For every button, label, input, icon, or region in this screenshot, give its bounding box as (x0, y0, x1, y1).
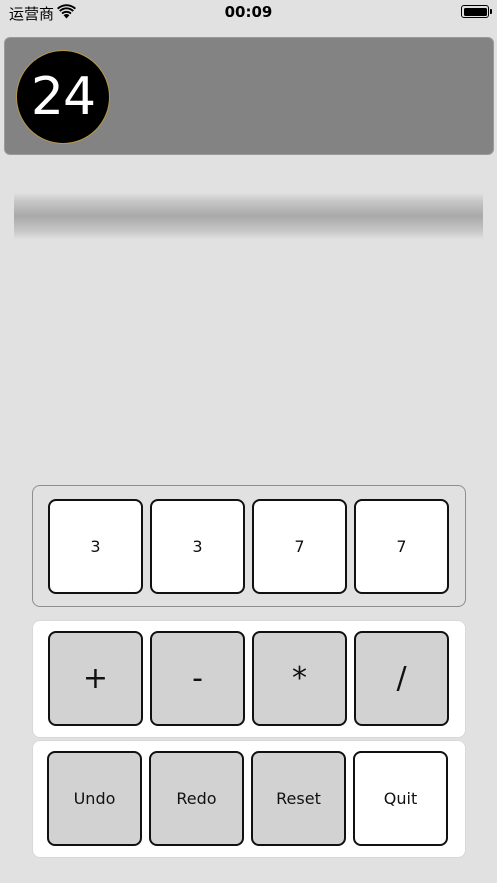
plus-button[interactable]: + (48, 631, 143, 726)
multiply-button[interactable]: * (252, 631, 347, 726)
redo-button[interactable]: Redo (149, 751, 244, 846)
expression-display (14, 193, 483, 239)
header-banner: 24 (4, 37, 494, 155)
battery-full-icon (461, 5, 492, 18)
number-card-3[interactable]: 7 (252, 499, 347, 594)
divide-button[interactable]: / (354, 631, 449, 726)
number-card-2[interactable]: 3 (150, 499, 245, 594)
controls-panel: Undo Redo Reset Quit (32, 740, 466, 858)
undo-button[interactable]: Undo (47, 751, 142, 846)
quit-button[interactable]: Quit (353, 751, 448, 846)
clock: 00:09 (224, 3, 273, 21)
game-screen: 运营商 00:09 24 3 3 7 7 + - * / Undo Redo R… (0, 0, 497, 883)
number-card-1[interactable]: 3 (48, 499, 143, 594)
number-card-4[interactable]: 7 (354, 499, 449, 594)
operators-panel: + - * / (32, 620, 466, 738)
minus-button[interactable]: - (150, 631, 245, 726)
number-cards-panel: 3 3 7 7 (32, 485, 466, 607)
target-number-badge: 24 (16, 50, 110, 144)
status-bar: 运营商 00:09 (0, 0, 497, 26)
reset-button[interactable]: Reset (251, 751, 346, 846)
